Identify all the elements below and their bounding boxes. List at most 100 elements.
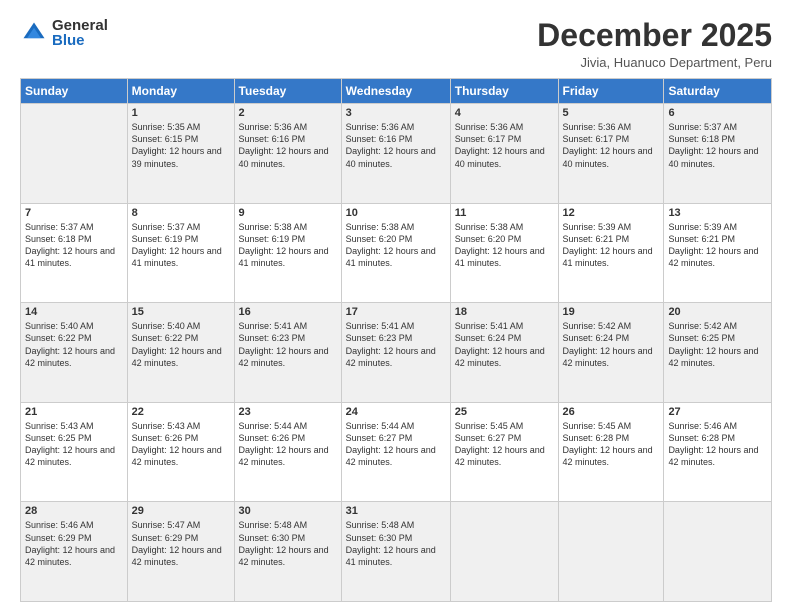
day-number: 14 — [25, 306, 123, 318]
calendar-cell: 10 Sunrise: 5:38 AMSunset: 6:20 PMDayligh… — [341, 203, 450, 303]
calendar-cell: 12 Sunrise: 5:39 AMSunset: 6:21 PMDayligh… — [558, 203, 664, 303]
day-number: 30 — [239, 505, 337, 517]
day-info: Sunrise: 5:37 AMSunset: 6:18 PMDaylight:… — [25, 221, 123, 270]
day-number: 15 — [132, 306, 230, 318]
day-number: 27 — [668, 406, 767, 418]
calendar-cell: 31 Sunrise: 5:48 AMSunset: 6:30 PMDayligh… — [341, 502, 450, 602]
calendar-cell: 16Sunrise: 5:41 AMSunset: 6:23 PMDayligh… — [234, 303, 341, 403]
day-info: Sunrise: 5:36 AMSunset: 6:17 PMDaylight:… — [563, 121, 660, 170]
day-info: Sunrise: 5:36 AMSunset: 6:16 PMDaylight:… — [346, 121, 446, 170]
day-info: Sunrise: 5:43 AMSunset: 6:25 PMDaylight:… — [25, 420, 123, 469]
day-info: Sunrise: 5:37 AMSunset: 6:18 PMDaylight:… — [668, 121, 767, 170]
calendar-cell: 14Sunrise: 5:40 AMSunset: 6:22 PMDayligh… — [21, 303, 128, 403]
day-info: Sunrise: 5:36 AMSunset: 6:17 PMDaylight:… — [455, 121, 554, 170]
day-number: 13 — [668, 207, 767, 219]
header-row: Sunday Monday Tuesday Wednesday Thursday… — [21, 79, 772, 104]
day-number: 6 — [668, 107, 767, 119]
logo-blue-text: Blue — [52, 33, 108, 48]
day-info: Sunrise: 5:48 AMSunset: 6:30 PMDaylight:… — [239, 519, 337, 568]
calendar-cell — [21, 104, 128, 204]
day-info: Sunrise: 5:42 AMSunset: 6:24 PMDaylight:… — [563, 320, 660, 369]
day-number: 9 — [239, 207, 337, 219]
day-number: 19 — [563, 306, 660, 318]
day-info: Sunrise: 5:38 AMSunset: 6:20 PMDaylight:… — [455, 221, 554, 270]
day-number: 26 — [563, 406, 660, 418]
calendar-cell: 28Sunrise: 5:46 AMSunset: 6:29 PMDayligh… — [21, 502, 128, 602]
day-info: Sunrise: 5:45 AMSunset: 6:27 PMDaylight:… — [455, 420, 554, 469]
logo-general-text: General — [52, 18, 108, 33]
calendar-cell: 5 Sunrise: 5:36 AMSunset: 6:17 PMDaylight… — [558, 104, 664, 204]
calendar-cell: 22 Sunrise: 5:43 AMSunset: 6:26 PMDayligh… — [127, 402, 234, 502]
day-number: 17 — [346, 306, 446, 318]
page-title: December 2025 — [537, 18, 772, 53]
day-info: Sunrise: 5:36 AMSunset: 6:16 PMDaylight:… — [239, 121, 337, 170]
day-number: 22 — [132, 406, 230, 418]
day-info: Sunrise: 5:35 AMSunset: 6:15 PMDaylight:… — [132, 121, 230, 170]
day-info: Sunrise: 5:39 AMSunset: 6:21 PMDaylight:… — [563, 221, 660, 270]
col-friday: Friday — [558, 79, 664, 104]
day-info: Sunrise: 5:47 AMSunset: 6:29 PMDaylight:… — [132, 519, 230, 568]
calendar-week-1: 1 Sunrise: 5:35 AMSunset: 6:15 PMDaylight… — [21, 104, 772, 204]
calendar-cell: 9 Sunrise: 5:38 AMSunset: 6:19 PMDaylight… — [234, 203, 341, 303]
day-info: Sunrise: 5:45 AMSunset: 6:28 PMDaylight:… — [563, 420, 660, 469]
calendar-cell: 26 Sunrise: 5:45 AMSunset: 6:28 PMDayligh… — [558, 402, 664, 502]
calendar-cell: 25 Sunrise: 5:45 AMSunset: 6:27 PMDayligh… — [450, 402, 558, 502]
day-number: 25 — [455, 406, 554, 418]
day-info: Sunrise: 5:38 AMSunset: 6:20 PMDaylight:… — [346, 221, 446, 270]
day-info: Sunrise: 5:43 AMSunset: 6:26 PMDaylight:… — [132, 420, 230, 469]
col-monday: Monday — [127, 79, 234, 104]
day-number: 31 — [346, 505, 446, 517]
calendar-cell: 3Sunrise: 5:36 AMSunset: 6:16 PMDaylight… — [341, 104, 450, 204]
day-number: 8 — [132, 207, 230, 219]
day-number: 21 — [25, 406, 123, 418]
day-number: 4 — [455, 107, 554, 119]
day-info: Sunrise: 5:37 AMSunset: 6:19 PMDaylight:… — [132, 221, 230, 270]
day-number: 7 — [25, 207, 123, 219]
day-number: 10 — [346, 207, 446, 219]
calendar-cell: 20Sunrise: 5:42 AMSunset: 6:25 PMDayligh… — [664, 303, 772, 403]
calendar-cell: 6 Sunrise: 5:37 AMSunset: 6:18 PMDaylight… — [664, 104, 772, 204]
calendar-cell — [558, 502, 664, 602]
day-number: 2 — [239, 107, 337, 119]
calendar-week-3: 14 Sunrise: 5:40 AMSunset: 6:22 PMDayligh… — [21, 303, 772, 403]
calendar-cell: 7 Sunrise: 5:37 AMSunset: 6:18 PMDaylight… — [21, 203, 128, 303]
day-info: Sunrise: 5:40 AMSunset: 6:22 PMDaylight:… — [132, 320, 230, 369]
col-saturday: Saturday — [664, 79, 772, 104]
col-tuesday: Tuesday — [234, 79, 341, 104]
day-number: 23 — [239, 406, 337, 418]
page-subtitle: Jivia, Huanuco Department, Peru — [537, 55, 772, 70]
calendar-table: Sunday Monday Tuesday Wednesday Thursday… — [20, 78, 772, 602]
col-sunday: Sunday — [21, 79, 128, 104]
calendar-week-5: 28Sunrise: 5:46 AMSunset: 6:29 PMDayligh… — [21, 502, 772, 602]
day-number: 1 — [132, 107, 230, 119]
day-info: Sunrise: 5:42 AMSunset: 6:25 PMDaylight:… — [668, 320, 767, 369]
logo-icon — [20, 19, 48, 47]
calendar-cell: 1 Sunrise: 5:35 AMSunset: 6:15 PMDaylight… — [127, 104, 234, 204]
calendar-cell: 13 Sunrise: 5:39 AMSunset: 6:21 PMDayligh… — [664, 203, 772, 303]
day-info: Sunrise: 5:46 AMSunset: 6:29 PMDaylight:… — [25, 519, 123, 568]
day-number: 11 — [455, 207, 554, 219]
day-info: Sunrise: 5:41 AMSunset: 6:23 PMDaylight:… — [346, 320, 446, 369]
calendar-cell: 23 Sunrise: 5:44 AMSunset: 6:26 PMDayligh… — [234, 402, 341, 502]
calendar-cell: 2 Sunrise: 5:36 AMSunset: 6:16 PMDaylight… — [234, 104, 341, 204]
day-info: Sunrise: 5:44 AMSunset: 6:26 PMDaylight:… — [239, 420, 337, 469]
day-number: 24 — [346, 406, 446, 418]
day-number: 5 — [563, 107, 660, 119]
day-info: Sunrise: 5:39 AMSunset: 6:21 PMDaylight:… — [668, 221, 767, 270]
calendar-cell: 15 Sunrise: 5:40 AMSunset: 6:22 PMDayligh… — [127, 303, 234, 403]
day-info: Sunrise: 5:48 AMSunset: 6:30 PMDaylight:… — [346, 519, 446, 568]
calendar-cell: 8 Sunrise: 5:37 AMSunset: 6:19 PMDaylight… — [127, 203, 234, 303]
logo: General Blue — [20, 18, 108, 48]
day-info: Sunrise: 5:38 AMSunset: 6:19 PMDaylight:… — [239, 221, 337, 270]
calendar-cell: 30 Sunrise: 5:48 AMSunset: 6:30 PMDayligh… — [234, 502, 341, 602]
col-thursday: Thursday — [450, 79, 558, 104]
page-header: General Blue December 2025 Jivia, Huanuc… — [20, 18, 772, 70]
title-block: December 2025 Jivia, Huanuco Department,… — [537, 18, 772, 70]
calendar-cell: 21 Sunrise: 5:43 AMSunset: 6:25 PMDayligh… — [21, 402, 128, 502]
calendar-cell: 29Sunrise: 5:47 AMSunset: 6:29 PMDayligh… — [127, 502, 234, 602]
day-info: Sunrise: 5:41 AMSunset: 6:23 PMDaylight:… — [239, 320, 337, 369]
calendar-cell: 27Sunrise: 5:46 AMSunset: 6:28 PMDayligh… — [664, 402, 772, 502]
day-number: 12 — [563, 207, 660, 219]
calendar-week-4: 21 Sunrise: 5:43 AMSunset: 6:25 PMDayligh… — [21, 402, 772, 502]
calendar-cell — [450, 502, 558, 602]
